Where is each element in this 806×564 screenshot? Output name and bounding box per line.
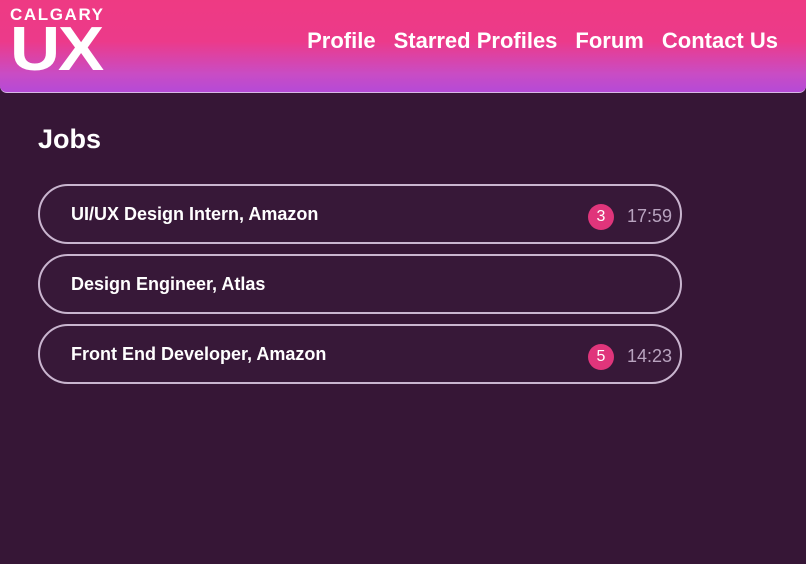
page-title: Jobs	[38, 124, 102, 154]
calgary-ux-logo[interactable]: CALGARY UX	[10, 6, 105, 81]
job-title: Design Engineer, Atlas	[71, 274, 266, 294]
nav-forum[interactable]: Forum	[575, 28, 643, 54]
jobs-list: UI/UX Design Intern, Amazon 3 17:59 Desi…	[38, 184, 682, 394]
job-item[interactable]: Front End Developer, Amazon 5 14:23	[38, 324, 682, 384]
unread-count-badge: 3	[588, 204, 614, 230]
job-time: 17:59	[626, 206, 672, 226]
logo-big-text: UX	[10, 15, 104, 84]
main-nav: Profile Starred Profiles Forum Contact U…	[307, 28, 778, 54]
nav-profile[interactable]: Profile	[307, 28, 375, 54]
job-time: 14:23	[626, 346, 672, 366]
job-title: Front End Developer, Amazon	[71, 344, 327, 364]
job-title: UI/UX Design Intern, Amazon	[71, 204, 319, 224]
job-item[interactable]: UI/UX Design Intern, Amazon 3 17:59	[38, 184, 682, 244]
job-item[interactable]: Design Engineer, Atlas	[38, 254, 682, 314]
nav-starred-profiles[interactable]: Starred Profiles	[394, 28, 558, 54]
nav-contact-us[interactable]: Contact Us	[662, 28, 778, 54]
unread-count-badge: 5	[588, 344, 614, 370]
site-header: CALGARY UX Profile Starred Profiles Foru…	[0, 0, 806, 93]
